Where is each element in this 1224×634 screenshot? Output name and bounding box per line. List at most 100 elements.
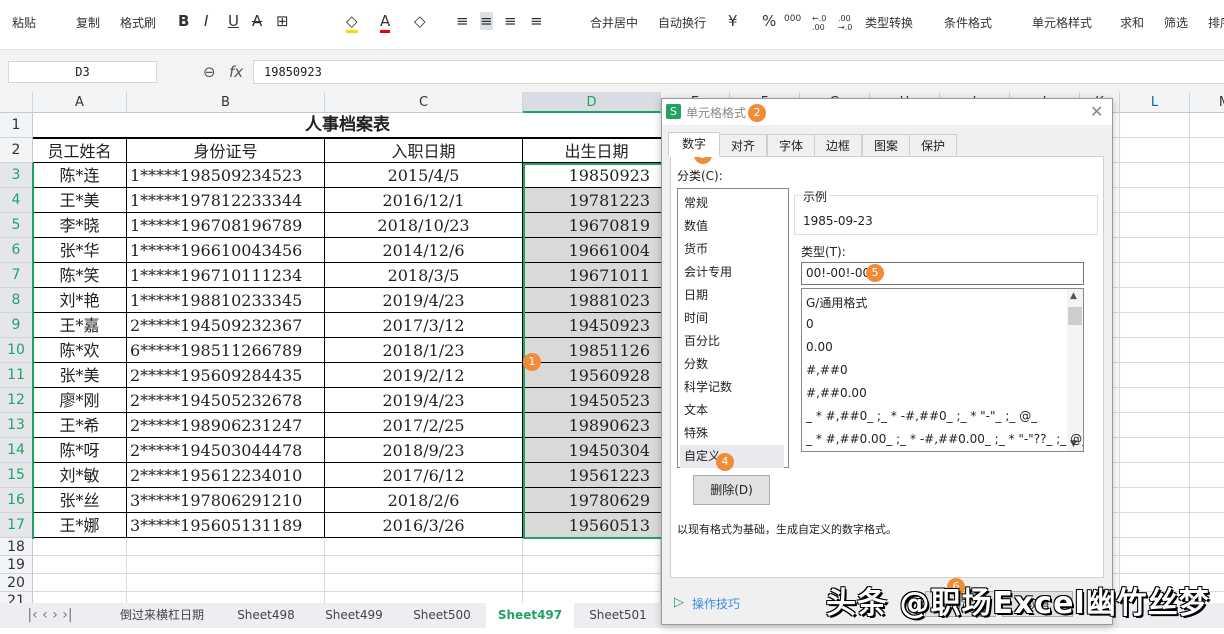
fx-icon[interactable]: fx: [229, 63, 243, 81]
grid-cell[interactable]: [127, 574, 325, 592]
category-item[interactable]: 货币: [680, 238, 784, 261]
row-header-17[interactable]: 17: [0, 513, 33, 538]
grid-cell[interactable]: [127, 556, 325, 574]
type-input[interactable]: 00!-00!-00: [801, 262, 1084, 285]
table-cell[interactable]: 2*****198906231247: [127, 413, 325, 438]
scroll-up-icon[interactable]: ▲: [1070, 291, 1077, 301]
column-header-D[interactable]: D: [523, 92, 661, 113]
row-header-2[interactable]: 2: [0, 138, 33, 163]
table-cell[interactable]: 陈*连: [33, 163, 127, 188]
table-cell[interactable]: 2016/12/1: [325, 188, 523, 213]
grid-cell[interactable]: [1190, 463, 1224, 488]
row-header-12[interactable]: 12: [0, 388, 33, 413]
grid-cell[interactable]: [1190, 363, 1224, 388]
table-cell[interactable]: 2*****195609284435: [127, 363, 325, 388]
format-item[interactable]: 0: [806, 317, 814, 331]
paste-button[interactable]: 粘贴: [12, 14, 36, 31]
column-label-cell[interactable]: 入职日期: [325, 138, 523, 163]
sum-button[interactable]: 求和: [1120, 14, 1144, 31]
category-list[interactable]: 常规 数值 货币 会计专用 日期 时间 百分比 分数 科学记数 文本 特殊 自定义: [677, 188, 789, 468]
table-cell[interactable]: 2018/1/23: [325, 338, 523, 363]
grid-cell[interactable]: [1190, 113, 1224, 138]
table-cell[interactable]: 3*****195605131189: [127, 513, 325, 538]
row-header-8[interactable]: 8: [0, 288, 33, 313]
font-color-icon[interactable]: A: [380, 12, 391, 33]
column-header-M[interactable]: M: [1190, 92, 1224, 113]
align-right-icon[interactable]: ≡: [504, 12, 517, 30]
row-header-16[interactable]: 16: [0, 488, 33, 513]
close-icon[interactable]: ✕: [1090, 102, 1103, 121]
table-cell[interactable]: 2015/4/5: [325, 163, 523, 188]
format-painter-button[interactable]: 格式刷: [120, 14, 156, 31]
dialog-tab[interactable]: 数字: [668, 132, 720, 157]
fill-color-icon[interactable]: ◇: [346, 12, 358, 33]
category-item[interactable]: 百分比: [680, 330, 784, 353]
row-header-14[interactable]: 14: [0, 438, 33, 463]
grid-cell[interactable]: [1120, 313, 1190, 338]
table-cell[interactable]: 1*****196610043456: [127, 238, 325, 263]
format-list[interactable]: ▲ ▼ G/通用格式 0 0.00 #,##0 #,##0.00 _ * #,##0_ ;…: [801, 288, 1084, 452]
grid-cell[interactable]: [1120, 513, 1190, 538]
column-label-cell[interactable]: 出生日期: [523, 138, 671, 163]
tips-link[interactable]: 操作技巧: [692, 595, 740, 612]
grid-cell[interactable]: [325, 574, 523, 592]
select-all-corner[interactable]: [0, 92, 33, 113]
table-cell[interactable]: 廖*刚: [33, 388, 127, 413]
italic-icon[interactable]: I: [204, 12, 208, 30]
grid-cell[interactable]: [33, 556, 127, 574]
table-cell[interactable]: 1*****196708196789: [127, 213, 325, 238]
table-cell[interactable]: 王*娜: [33, 513, 127, 538]
column-header-A[interactable]: A: [33, 92, 127, 113]
table-cell[interactable]: 2017/3/12: [325, 313, 523, 338]
row-header-1[interactable]: 1: [0, 113, 33, 138]
dialog-tab[interactable]: 边框: [814, 134, 862, 157]
row-header-19[interactable]: 19: [0, 556, 33, 574]
category-item[interactable]: 会计专用: [680, 261, 784, 284]
row-header-3[interactable]: 3: [0, 163, 33, 188]
format-list-scrollbar[interactable]: ▲ ▼: [1067, 289, 1083, 451]
row-header-4[interactable]: 4: [0, 188, 33, 213]
grid-cell[interactable]: [127, 538, 325, 556]
grid-cell[interactable]: [1120, 338, 1190, 363]
column-label-cell[interactable]: 员工姓名: [33, 138, 127, 163]
border-icon[interactable]: ⊞: [276, 12, 289, 30]
grid-cell[interactable]: [1190, 538, 1224, 556]
grid-cell[interactable]: [523, 538, 661, 556]
sheet-tab[interactable]: 倒过来横杠日期: [118, 603, 206, 628]
grid-cell[interactable]: [1120, 288, 1190, 313]
cell-style-button[interactable]: 单元格样式: [1032, 14, 1092, 31]
grid-cell[interactable]: [1120, 363, 1190, 388]
grid-cell[interactable]: [1190, 388, 1224, 413]
table-cell[interactable]: 刘*艳: [33, 288, 127, 313]
row-header-21[interactable]: 21: [0, 592, 33, 603]
row-header-5[interactable]: 5: [0, 213, 33, 238]
align-center-icon[interactable]: ≡: [480, 12, 493, 30]
percent-button[interactable]: %: [762, 12, 776, 30]
grid-cell[interactable]: [1190, 413, 1224, 438]
format-item[interactable]: #,##0: [806, 363, 848, 377]
table-cell[interactable]: 张*丝: [33, 488, 127, 513]
column-header-B[interactable]: B: [127, 92, 325, 113]
grid-cell[interactable]: [1120, 213, 1190, 238]
grid-cell[interactable]: [325, 556, 523, 574]
name-box[interactable]: D3: [8, 61, 157, 83]
table-cell[interactable]: 2017/6/12: [325, 463, 523, 488]
category-item[interactable]: 日期: [680, 284, 784, 307]
grid-cell[interactable]: [523, 574, 661, 592]
table-cell[interactable]: 2017/2/25: [325, 413, 523, 438]
table-cell[interactable]: 刘*敏: [33, 463, 127, 488]
row-header-13[interactable]: 13: [0, 413, 33, 438]
table-cell[interactable]: 2018/3/5: [325, 263, 523, 288]
table-cell[interactable]: 1*****197812233344: [127, 188, 325, 213]
merge-center-button[interactable]: 合并居中: [590, 14, 638, 31]
table-cell[interactable]: 2016/3/26: [325, 513, 523, 538]
table-cell[interactable]: 2018/10/23: [325, 213, 523, 238]
column-header-L[interactable]: L: [1120, 92, 1190, 113]
table-cell[interactable]: 李*晓: [33, 213, 127, 238]
row-header-9[interactable]: 9: [0, 313, 33, 338]
table-cell[interactable]: 2018/2/6: [325, 488, 523, 513]
grid-cell[interactable]: [1120, 463, 1190, 488]
table-cell[interactable]: 陈*呀: [33, 438, 127, 463]
sheet-tab[interactable]: Sheet501: [574, 603, 662, 628]
dialog-tab[interactable]: 保护: [909, 134, 957, 157]
